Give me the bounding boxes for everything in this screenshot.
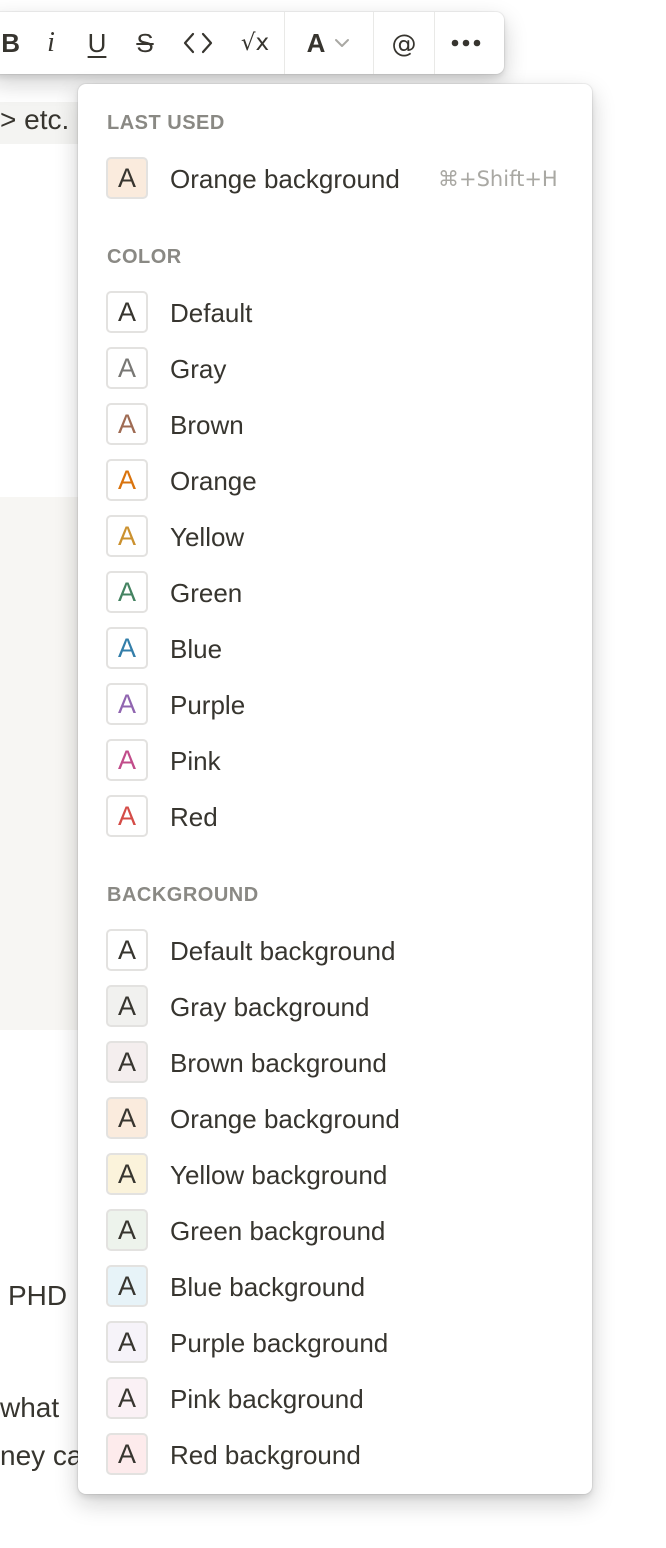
menu-item-label: Blue: [170, 634, 223, 664]
menu-item-gray-background[interactable]: A Gray background: [78, 979, 592, 1035]
formatting-toolbar: B i U S √x A @: [0, 12, 504, 74]
menu-item-blue[interactable]: A Blue: [78, 621, 592, 677]
doc-text-fragment: ney ca: [0, 1440, 83, 1471]
strikethrough-button[interactable]: S: [120, 12, 170, 74]
menu-item-label: Gray: [170, 354, 227, 384]
doc-text-fragment: PHD: [8, 1280, 68, 1311]
menu-item-purple-background[interactable]: A Purple background: [78, 1315, 592, 1371]
menu-item-red-background[interactable]: A Red background: [78, 1427, 592, 1483]
doc-text-fragment: > etc.: [0, 104, 70, 135]
menu-item-brown-background[interactable]: A Brown background: [78, 1035, 592, 1091]
menu-item-label: Brown background: [170, 1048, 387, 1078]
text-color-button[interactable]: A: [285, 12, 373, 74]
menu-item-red[interactable]: A Red: [78, 789, 592, 845]
color-swatch: A: [106, 929, 148, 971]
doc-text-fragment: what: [0, 1392, 60, 1423]
inline-code-button[interactable]: [170, 12, 226, 74]
page: > etc. PHD what ney ca B i U S √x A @ LA…: [0, 0, 666, 1548]
section-title-color: COLOR: [107, 246, 182, 268]
code-icon: [183, 32, 213, 54]
menu-item-blue-background[interactable]: A Blue background: [78, 1259, 592, 1315]
bold-icon: B: [1, 27, 20, 58]
menu-item-label: Gray background: [170, 992, 370, 1022]
italic-button[interactable]: i: [28, 12, 74, 74]
menu-item-pink[interactable]: A Pink: [78, 733, 592, 789]
menu-item-orange[interactable]: A Orange: [78, 453, 592, 509]
color-swatch: A: [106, 157, 148, 199]
underline-icon: U: [87, 27, 107, 58]
menu-item-green[interactable]: A Green: [78, 565, 592, 621]
color-swatch: A: [106, 985, 148, 1027]
menu-item-default-background[interactable]: A Default background: [78, 923, 592, 979]
color-swatch: A: [106, 627, 148, 669]
italic-icon: i: [47, 27, 55, 58]
menu-item-label: Purple: [170, 690, 246, 720]
math-equation-button[interactable]: √x: [226, 12, 284, 74]
menu-item-gray[interactable]: A Gray: [78, 341, 592, 397]
menu-item-yellow[interactable]: A Yellow: [78, 509, 592, 565]
menu-item-green-background[interactable]: A Green background: [78, 1203, 592, 1259]
color-swatch: A: [106, 1153, 148, 1195]
menu-item-label: Green: [170, 578, 243, 608]
color-swatch: A: [106, 347, 148, 389]
menu-item-yellow-background[interactable]: A Yellow background: [78, 1147, 592, 1203]
color-swatch: A: [106, 1433, 148, 1475]
color-swatch: A: [106, 571, 148, 613]
color-swatch: A: [106, 795, 148, 837]
color-swatch: A: [106, 1097, 148, 1139]
menu-item-purple[interactable]: A Purple: [78, 677, 592, 733]
color-swatch: A: [106, 1041, 148, 1083]
underline-button[interactable]: U: [74, 12, 120, 74]
menu-item-label: Orange background: [170, 164, 400, 194]
color-menu: LAST USED A Orange background ⌘+Shift+H …: [78, 84, 592, 1494]
color-swatch: A: [106, 1265, 148, 1307]
section-title-background: BACKGROUND: [107, 884, 259, 906]
color-swatch: A: [106, 291, 148, 333]
menu-item-label: Green background: [170, 1216, 386, 1246]
menu-item-label: Yellow background: [170, 1160, 388, 1190]
section-title-last-used: LAST USED: [107, 112, 225, 134]
strikethrough-icon: S: [136, 27, 154, 58]
menu-item-default[interactable]: A Default: [78, 285, 592, 341]
color-swatch: A: [106, 1377, 148, 1419]
color-swatch: A: [106, 515, 148, 557]
color-swatch: A: [106, 739, 148, 781]
keyboard-shortcut: ⌘+Shift+H: [438, 167, 558, 191]
menu-item-last-used-orange-background[interactable]: A Orange background ⌘+Shift+H: [78, 151, 592, 207]
more-dots-icon: [451, 39, 481, 47]
menu-item-label: Pink: [170, 746, 221, 776]
menu-item-label: Orange: [170, 466, 257, 496]
menu-item-brown[interactable]: A Brown: [78, 397, 592, 453]
text-color-icon: A: [306, 27, 326, 58]
menu-item-orange-background[interactable]: A Orange background: [78, 1091, 592, 1147]
menu-item-label: Brown: [170, 410, 244, 440]
menu-item-label: Purple background: [170, 1328, 389, 1358]
at-sign-icon: @: [391, 28, 417, 58]
menu-item-label: Default background: [170, 936, 396, 966]
color-swatch: A: [106, 1209, 148, 1251]
menu-item-label: Red: [170, 802, 218, 832]
menu-item-label: Orange background: [170, 1104, 400, 1134]
square-root-icon: √x: [240, 30, 270, 56]
menu-item-pink-background[interactable]: A Pink background: [78, 1371, 592, 1427]
color-swatch: A: [106, 459, 148, 501]
menu-item-label: Yellow: [170, 522, 245, 552]
menu-item-label: Blue background: [170, 1272, 366, 1302]
menu-item-label: Default: [170, 298, 253, 328]
mention-button[interactable]: @: [374, 12, 434, 74]
menu-item-label: Pink background: [170, 1384, 364, 1414]
bold-button[interactable]: B: [0, 12, 28, 74]
menu-item-label: Red background: [170, 1440, 361, 1470]
color-swatch: A: [106, 683, 148, 725]
color-swatch: A: [106, 403, 148, 445]
chevron-down-icon: [335, 39, 350, 47]
color-swatch: A: [106, 1321, 148, 1363]
more-options-button[interactable]: [435, 12, 497, 74]
